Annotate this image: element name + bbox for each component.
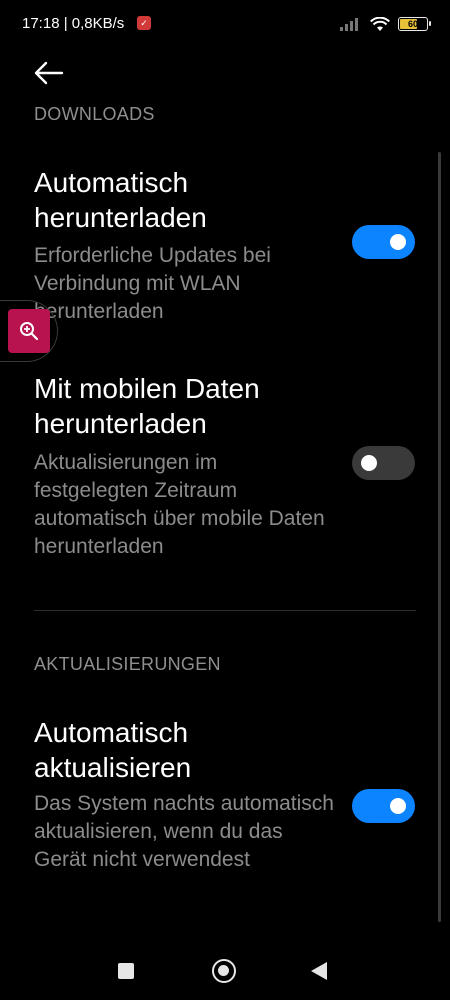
section-header-updates: AKTUALISIERUNGEN (34, 654, 221, 674)
toggle-knob (390, 798, 406, 814)
recents-square-icon[interactable] (118, 963, 134, 979)
setting-desc-mobile-data: Aktualisierungen im festgelegten Zeitrau… (34, 451, 325, 558)
toggle-auto-update[interactable] (352, 789, 415, 823)
zoom-in-icon (20, 322, 39, 341)
setting-desc-auto-update: Das System nachts automatisch aktualisie… (34, 792, 334, 871)
home-circle-icon[interactable] (212, 959, 236, 983)
toggle-mobile-data[interactable] (352, 446, 415, 480)
status-icons: 60 (340, 14, 431, 34)
back-triangle-icon[interactable] (311, 962, 327, 980)
back-button[interactable] (32, 58, 66, 88)
toggle-knob (361, 455, 377, 471)
setting-desc-auto-download: Erforderliche Updates bei Verbindung mit… (34, 244, 271, 323)
section-divider (34, 610, 416, 611)
zoom-floating-button[interactable] (8, 309, 50, 353)
section-header-downloads: DOWNLOADS (34, 104, 155, 124)
status-time: 17:18 | 0,8KB/s (22, 15, 125, 32)
arrow-left-icon (34, 61, 64, 85)
toggle-auto-download[interactable] (352, 225, 415, 259)
signal-icon (340, 18, 358, 31)
scrollbar[interactable] (438, 152, 441, 922)
status-bar: 17:18 | 0,8KB/s ✓ 60 (0, 0, 450, 48)
navigation-bar (0, 940, 450, 1000)
setting-title-auto-download: Automatisch herunterladen (34, 167, 207, 233)
toggle-knob (390, 234, 406, 250)
battery-icon: 60 (398, 17, 431, 31)
setting-title-mobile-data: Mit mobilen Daten herunterladen (34, 373, 260, 439)
wifi-icon (370, 16, 390, 31)
security-shield-icon: ✓ (137, 16, 151, 30)
setting-title-auto-update: Automatisch aktualisieren (34, 717, 192, 783)
